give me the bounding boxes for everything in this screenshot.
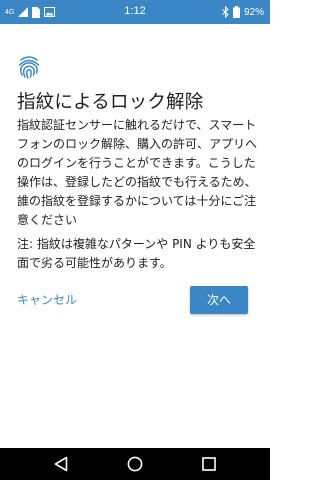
description-text: 指紋認証センサーに触れるだけで、スマートフォンのロック解除、購入の許可、アプリへ… [17,118,258,227]
cancel-button[interactable]: キャンセル [17,288,77,312]
bluetooth-icon [222,6,229,18]
nav-home-button[interactable] [115,448,155,480]
fingerprint-icon [18,56,40,79]
recents-icon [202,457,216,471]
next-button[interactable]: 次へ [190,286,248,314]
status-bar: 4G 1:12 92% [0,0,270,24]
status-right-group: 92% [222,5,264,19]
nav-recents-button[interactable] [189,448,229,480]
battery-percent: 92% [243,6,264,18]
page-title: 指紋によるロック解除 [17,92,204,113]
fingerprint-setup-screen: 指紋によるロック解除 指紋認証センサーに触れるだけで、スマートフォンのロック解除… [0,24,270,448]
security-note: 注: 指紋は複雑なパターンや PIN よりも安全面で劣る可能性があります。 [17,237,256,270]
nav-back-button[interactable] [41,448,81,480]
home-icon [127,456,143,472]
battery-icon [232,6,240,18]
navigation-bar [0,448,270,480]
back-icon [54,456,68,472]
